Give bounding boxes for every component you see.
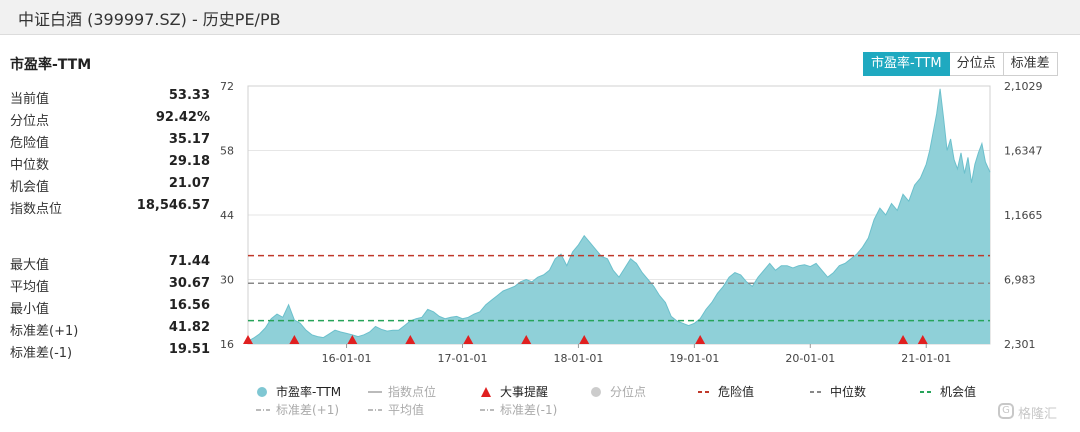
legend-label: 危险值 [718,384,754,399]
x-tick-label: 19-01-01 [669,352,719,365]
legend-label: 指数点位 [388,384,436,399]
watermark-logo: G 格隆汇 [998,400,1076,424]
legend-label: 中位数 [830,384,866,399]
x-tick-label: 20-01-01 [785,352,835,365]
watermark-text: 格隆汇 [1018,407,1058,422]
y-left-tick-label: 30 [220,274,234,287]
watermark-icon: G [998,403,1014,419]
y-left-tick-label: 44 [220,209,234,222]
legend-label: 标准差(-1) [500,403,557,417]
y-left-tick-label: 58 [220,145,234,158]
y-right-tick-label: 1,6347 [1004,145,1043,158]
x-tick-label: 16-01-01 [322,352,372,365]
legend-label: 标准差(+1) [276,403,339,417]
pe-area [248,88,990,344]
y-right-tick-label: 6,983 [1004,274,1036,287]
legend-label: 市盈率-TTM [276,384,341,399]
x-tick-label: 21-01-01 [901,352,951,365]
y-right-tick-label: 2,1029 [1004,80,1043,93]
y-right-tick-label: 1,1665 [1004,209,1043,222]
y-left-tick-label: 16 [220,338,234,351]
legend-marker [481,387,491,397]
legend-label: 大事提醒 [500,384,548,399]
y-left-tick-label: 72 [220,80,234,93]
y-right-tick-label: 2,301 [1004,338,1036,351]
legend-label: 分位点 [610,384,646,399]
x-tick-label: 17-01-01 [438,352,488,365]
legend-label: 机会值 [940,384,976,399]
x-tick-label: 18-01-01 [553,352,603,365]
legend-label: 平均值 [388,402,424,417]
legend-marker [591,387,601,397]
legend-marker [257,387,267,397]
pe-chart: 16 30 44 58 72 2,301 6,983 1,1665 1,6347 2,1029 16… [220,80,1043,417]
